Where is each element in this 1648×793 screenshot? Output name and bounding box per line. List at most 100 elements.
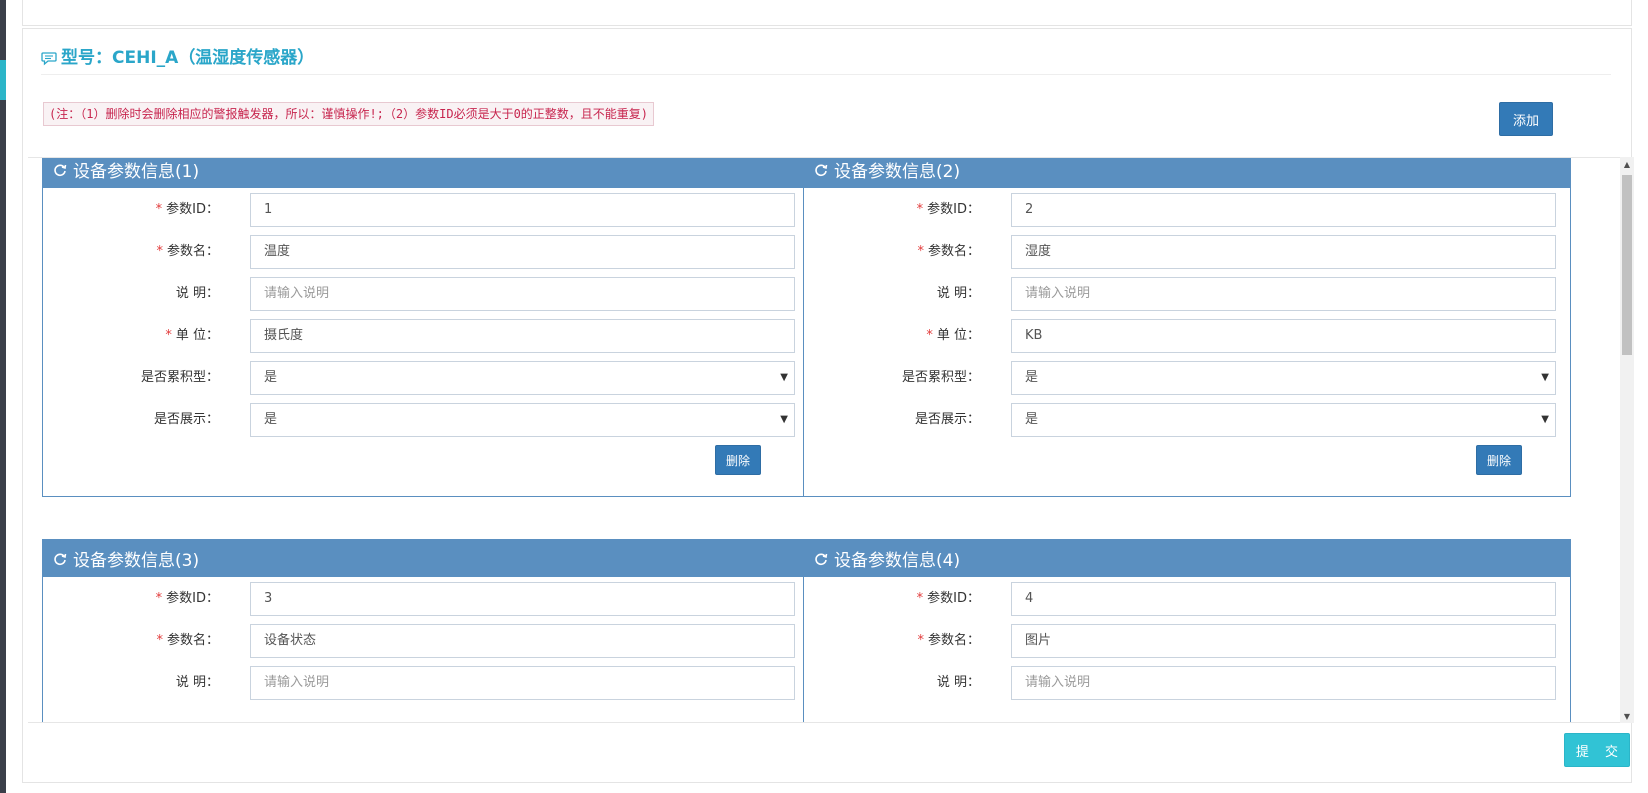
param-name-input[interactable]: 温度 [250, 235, 795, 269]
desc-label: 说 明： [936, 675, 980, 690]
submit-button[interactable]: 提 交 [1564, 733, 1630, 767]
param-id-label: 参数ID： [927, 591, 980, 606]
required-mark: * [156, 633, 163, 648]
vertical-scrollbar[interactable]: ▲ ▼ [1620, 157, 1634, 723]
desc-input[interactable]: 请输入说明 [1011, 277, 1556, 311]
param-id-input[interactable]: 1 [250, 193, 795, 227]
display-label: 是否展示： [914, 412, 980, 427]
cumulative-select[interactable]: 是 ▼ [1011, 361, 1556, 395]
cumulative-label: 是否累积型： [901, 370, 980, 385]
cumulative-label: 是否累积型： [140, 370, 219, 385]
caret-down-icon: ▼ [1541, 372, 1549, 383]
param-card-1: 设备参数信息(1) * 参数ID： 1 * 参数名： 温度 说 明： 请输入说明 *… [42, 158, 811, 497]
form-row-param-id: * 参数ID： 1 [43, 193, 811, 227]
display-select[interactable]: 是 ▼ [250, 403, 795, 437]
param-name-label: 参数名： [166, 244, 219, 259]
left-sidebar-edge [0, 0, 6, 793]
display-label: 是否展示： [153, 412, 219, 427]
warning-note: (注：（1）删除时会删除相应的警报触发器，所以：谨慎操作!;（2）参数ID必须是… [43, 102, 655, 126]
form-row-param-id: * 参数ID： 4 [804, 582, 1572, 616]
required-mark: * [916, 591, 924, 606]
model-prefix: 型号： [61, 48, 112, 68]
required-mark: * [926, 328, 933, 343]
form-row-cumulative: 是否累积型： 是 ▼ [804, 361, 1572, 395]
param-name-label: 参数名： [927, 633, 980, 648]
param-id-label: 参数ID： [927, 202, 980, 217]
form-row-display: 是否展示： 是 ▼ [804, 403, 1572, 437]
cumulative-value: 是 [1025, 370, 1039, 385]
model-name: CEHI_A [112, 48, 179, 68]
sidebar-toggle-tab[interactable] [0, 60, 6, 100]
card-title: 设备参数信息(3) [73, 551, 200, 571]
unit-label: 单 位： [175, 328, 219, 343]
param-id-label: 参数ID： [166, 202, 219, 217]
unit-label: 单 位： [936, 328, 980, 343]
card-title: 设备参数信息(4) [834, 551, 961, 571]
delete-button[interactable]: 删除 [715, 445, 761, 475]
required-mark: * [155, 202, 163, 217]
card-header: 设备参数信息(1) [43, 158, 809, 188]
unit-input[interactable]: KB [1011, 319, 1556, 353]
param-id-input[interactable]: 3 [250, 582, 795, 616]
form-row-param-id: * 参数ID： 3 [43, 582, 811, 616]
desc-input[interactable]: 请输入说明 [250, 277, 795, 311]
comment-icon [41, 52, 57, 66]
refresh-icon [54, 552, 67, 565]
desc-label: 说 明： [936, 286, 980, 301]
cumulative-select[interactable]: 是 ▼ [250, 361, 795, 395]
param-id-input[interactable]: 2 [1011, 193, 1556, 227]
required-mark: * [156, 244, 163, 259]
refresh-icon [54, 163, 67, 176]
param-name-label: 参数名： [166, 633, 219, 648]
param-id-label: 参数ID： [166, 591, 219, 606]
required-mark: * [916, 202, 924, 217]
param-name-input[interactable]: 图片 [1011, 624, 1556, 658]
scroll-down-arrow-icon[interactable]: ▼ [1620, 709, 1634, 723]
card-header: 设备参数信息(2) [804, 158, 1570, 188]
form-row-desc: 说 明： 请输入说明 [804, 277, 1572, 311]
card-title: 设备参数信息(2) [834, 162, 961, 182]
param-name-label: 参数名： [927, 244, 980, 259]
page-title: 型号： CEHI_A （温湿度传感器） [41, 45, 1611, 75]
form-row-unit: * 单 位： 摄氏度 [43, 319, 811, 353]
desc-label: 说 明： [175, 675, 219, 690]
required-mark: * [917, 633, 924, 648]
display-value: 是 [264, 412, 278, 427]
required-mark: * [155, 591, 163, 606]
form-row-cumulative: 是否累积型： 是 ▼ [43, 361, 811, 395]
card-title: 设备参数信息(1) [73, 162, 200, 182]
model-desc: （温湿度传感器） [178, 48, 315, 68]
param-card-2: 设备参数信息(2) * 参数ID： 2 * 参数名： 湿度 说 明： 请输入说明 *… [803, 158, 1572, 497]
form-row-desc: 说 明： 请输入说明 [43, 666, 811, 700]
desc-input[interactable]: 请输入说明 [250, 666, 795, 700]
form-row-param-name: * 参数名： 湿度 [804, 235, 1572, 269]
refresh-icon [815, 552, 828, 565]
form-row-desc: 说 明： 请输入说明 [43, 277, 811, 311]
scroll-up-arrow-icon[interactable]: ▲ [1620, 157, 1634, 171]
form-row-param-name: * 参数名： 温度 [43, 235, 811, 269]
desc-input[interactable]: 请输入说明 [1011, 666, 1556, 700]
caret-down-icon: ▼ [1541, 414, 1549, 425]
refresh-icon [815, 163, 828, 176]
param-name-input[interactable]: 设备状态 [250, 624, 795, 658]
display-value: 是 [1025, 412, 1039, 427]
top-panel [22, 0, 1632, 26]
desc-label: 说 明： [175, 286, 219, 301]
unit-input[interactable]: 摄氏度 [250, 319, 795, 353]
cumulative-value: 是 [264, 370, 278, 385]
form-row-param-id: * 参数ID： 2 [804, 193, 1572, 227]
form-row-desc: 说 明： 请输入说明 [804, 666, 1572, 700]
add-button[interactable]: 添加 [1499, 102, 1553, 136]
param-card-3: 设备参数信息(3) * 参数ID： 3 * 参数名： 设备状态 说 明： 请输入说明 [42, 539, 811, 722]
required-mark: * [917, 244, 924, 259]
display-select[interactable]: 是 ▼ [1011, 403, 1556, 437]
param-name-input[interactable]: 湿度 [1011, 235, 1556, 269]
param-id-input[interactable]: 4 [1011, 582, 1556, 616]
form-row-unit: * 单 位： KB [804, 319, 1572, 353]
form-row-param-name: * 参数名： 图片 [804, 624, 1572, 658]
scrollbar-thumb[interactable] [1622, 175, 1632, 355]
card-header: 设备参数信息(3) [43, 540, 809, 577]
param-cards-scroll-area[interactable]: 设备参数信息(1) * 参数ID： 1 * 参数名： 温度 说 明： 请输入说明 *… [28, 157, 1630, 723]
delete-button[interactable]: 删除 [1476, 445, 1522, 475]
card-header: 设备参数信息(4) [804, 540, 1570, 577]
